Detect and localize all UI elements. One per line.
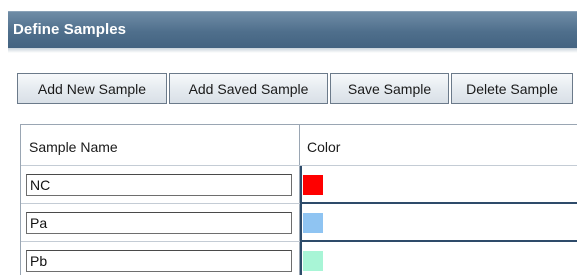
color-swatch[interactable] — [303, 251, 323, 271]
define-samples-panel: Define Samples Add New Sample Add Saved … — [0, 0, 577, 275]
column-header-sample-name: Sample Name — [29, 139, 118, 155]
color-cell-border — [300, 166, 302, 204]
samples-table: Sample Name Color — [20, 124, 577, 275]
panel-title: Define Samples — [13, 21, 127, 38]
color-swatch[interactable] — [303, 213, 323, 233]
add-new-sample-button[interactable]: Add New Sample — [17, 73, 167, 104]
add-saved-sample-button[interactable]: Add Saved Sample — [169, 73, 328, 104]
delete-sample-button[interactable]: Delete Sample — [451, 73, 573, 104]
table-row — [21, 242, 577, 275]
title-bar-shadow — [8, 48, 577, 53]
color-swatch[interactable] — [303, 175, 323, 195]
column-header-color: Color — [307, 139, 341, 155]
panel-title-bar: Define Samples — [8, 11, 577, 48]
color-cell-border — [300, 242, 302, 275]
sample-name-input[interactable] — [26, 250, 292, 272]
sample-name-input[interactable] — [26, 174, 292, 196]
sample-name-input[interactable] — [26, 212, 292, 234]
color-cell-border — [300, 204, 302, 242]
table-row — [21, 204, 577, 242]
sample-toolbar: Add New Sample Add Saved Sample Save Sam… — [17, 73, 573, 104]
table-row — [21, 166, 577, 204]
save-sample-button[interactable]: Save Sample — [330, 73, 449, 104]
